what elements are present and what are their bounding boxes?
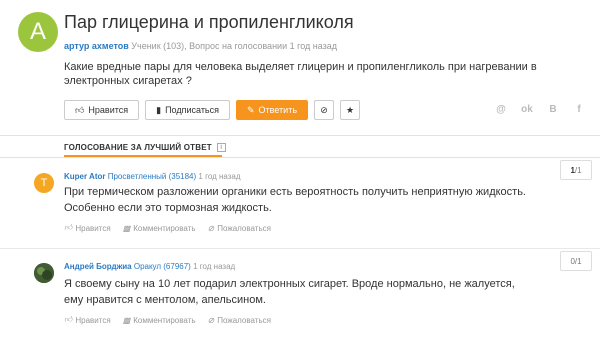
answer-button-label: Ответить [258,105,298,115]
block-icon: ⊘ [207,315,215,325]
question-body: Какие вредные пары для человека выделяет… [64,61,537,87]
tab-vote-best-answer[interactable]: ГОЛОСОВАНИЕ ЗА ЛУЧШИЙ ОТВЕТ i [64,143,226,152]
comment-icon: ▩ [122,223,131,233]
section-divider [0,135,600,136]
vote-counter[interactable]: 0/1 [560,251,592,271]
answer-separator [0,248,600,249]
answer-author-rank[interactable]: Оракул (67967) [134,262,191,271]
answer-complain-button[interactable]: ⊘ Пожаловаться [208,223,271,233]
answer-text: При термическом разложении органики есть… [64,186,526,214]
vote-total: /1 [574,256,582,266]
answer-text: Я своему сыну на 10 лет подарил электрон… [64,278,515,306]
like-button-label: Нравится [88,105,129,115]
tab-label: ГОЛОСОВАНИЕ ЗА ЛУЧШИЙ ОТВЕТ [64,143,212,152]
answer-meta: Kuper Ator Просветленный (35184) 1 год н… [64,172,241,181]
vote-counter[interactable]: 1/1 [560,160,592,180]
thumbs-up-icon: 👍︎ [64,315,73,324]
answer-actions: 👍︎ Нравится ▩ Комментировать ⊘ Пожаловаться [64,223,271,233]
question-author-rank: Ученик (103), Вопрос на голосовании [131,41,288,51]
vkontakte-share-icon[interactable]: B [546,104,560,115]
block-button[interactable]: ⊘ [314,100,335,120]
answer-meta: Андрей Борджиа Оракул (67967) 1 год наза… [64,262,235,271]
question-time: 1 год назад [289,41,338,51]
answer-author-rank[interactable]: Просветленный (35184) [108,172,196,181]
tab-divider [0,157,600,158]
answer-avatar[interactable] [34,263,54,283]
social-share: @ ok B f [494,104,586,115]
answer-like-button[interactable]: 👍︎ Нравится [64,223,111,233]
vote-total: /1 [574,165,582,175]
block-icon: ⊘ [207,223,215,233]
thumbs-up-icon: 👍︎ [75,104,85,115]
favorite-button[interactable]: ★ [340,100,361,120]
reply-icon: ✎ [247,104,255,115]
comment-icon: ▩ [122,315,131,325]
star-icon: ★ [345,104,355,115]
answer-time: 1 год назад [193,262,236,271]
subscribe-button-label: Подписаться [165,105,219,115]
answer-button[interactable]: ✎ Ответить [236,100,309,120]
question-title: Пар глицерина и пропиленгликоля [64,12,354,32]
answer-complain-button[interactable]: ⊘ Пожаловаться [208,315,271,325]
answer-avatar[interactable]: T [34,173,54,193]
like-button[interactable]: 👍︎ Нравится [64,100,140,120]
avatar-photo-icon [34,263,54,283]
bookmark-icon: ▮ [156,104,162,115]
answer-comment-button[interactable]: ▩ Комментировать [123,315,196,325]
question-author-link[interactable]: артур ахметов [64,41,129,51]
answer-time: 1 год назад [198,172,241,181]
facebook-share-icon[interactable]: f [572,104,586,115]
answer-author-link[interactable]: Kuper Ator [64,172,105,181]
odnoklassniki-share-icon[interactable]: ok [520,104,534,115]
answer-like-button[interactable]: 👍︎ Нравится [64,315,111,325]
thumbs-up-icon: 👍︎ [64,223,73,232]
question-actions: 👍︎ Нравится ▮ Подписаться ✎ Ответить ⊘ ★ [64,100,361,120]
subscribe-button[interactable]: ▮ Подписаться [145,100,230,120]
answer-actions: 👍︎ Нравится ▩ Комментировать ⊘ Пожаловаться [64,315,271,325]
question-meta: артур ахметов Ученик (103), Вопрос на го… [64,41,337,51]
block-icon: ⊘ [320,104,328,115]
question-author-avatar[interactable]: A [18,12,58,52]
answer-author-link[interactable]: Андрей Борджиа [64,262,132,271]
info-icon[interactable]: i [216,143,226,152]
mail-share-icon[interactable]: @ [494,104,508,115]
answer-comment-button[interactable]: ▩ Комментировать [123,223,196,233]
